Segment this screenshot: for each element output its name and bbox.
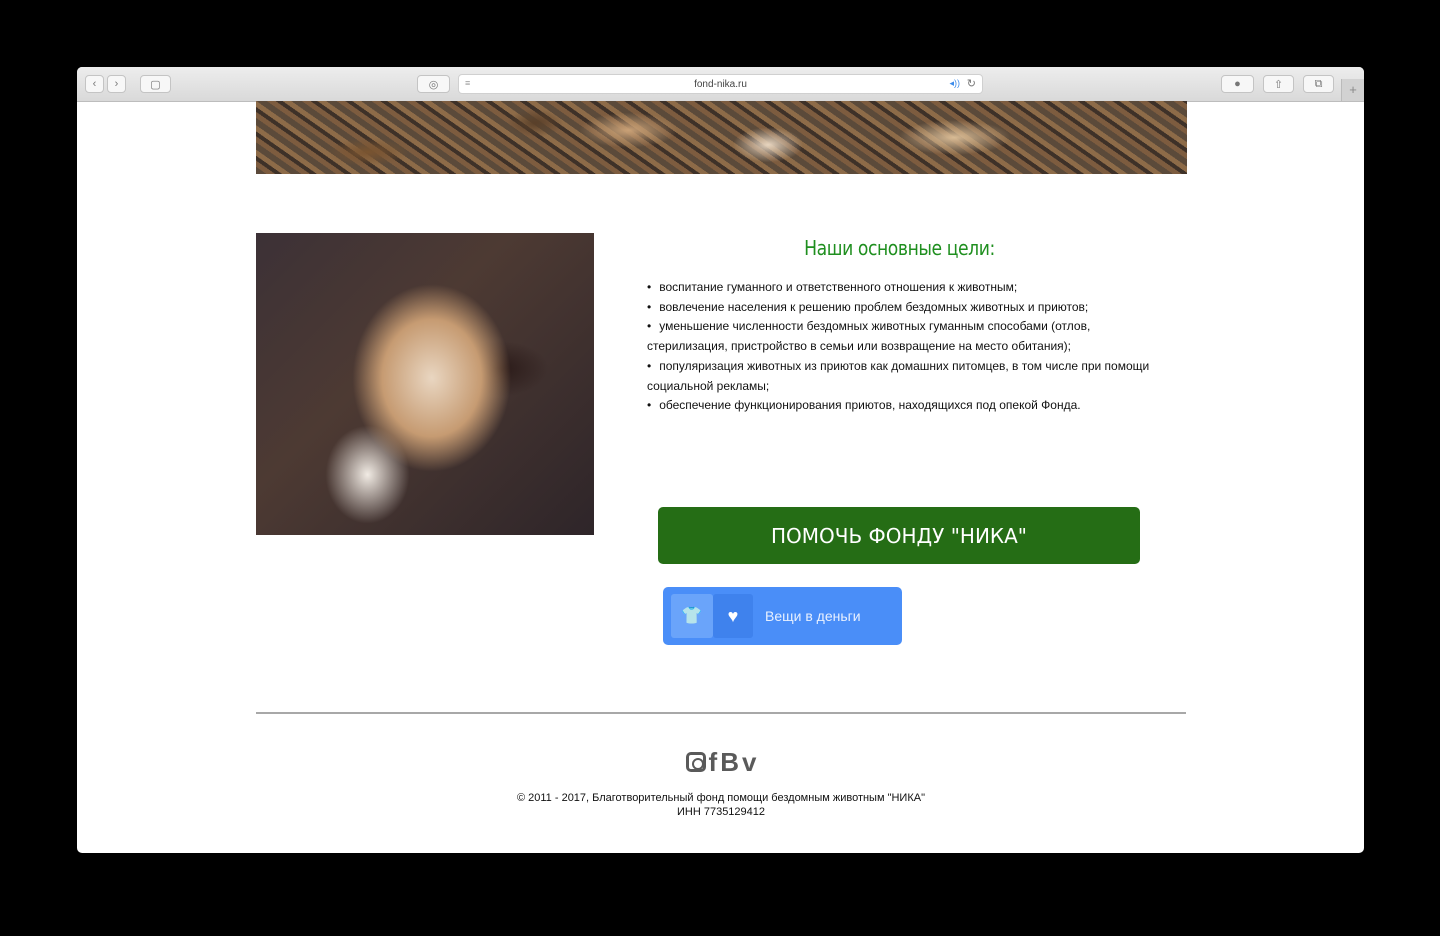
sidebar-icon: ▢ bbox=[150, 78, 161, 91]
instagram-icon[interactable] bbox=[685, 752, 706, 772]
url-text: fond-nika.ru bbox=[694, 78, 747, 90]
forward-icon: › bbox=[114, 78, 119, 90]
info-button[interactable]: ● bbox=[1221, 75, 1254, 93]
goal-item: вовлечение населения к решению проблем б… bbox=[647, 298, 1162, 318]
new-tab-button[interactable]: + bbox=[1341, 79, 1364, 101]
vk-icon[interactable]: B bbox=[720, 747, 739, 778]
audio-icon[interactable]: ◂)) bbox=[949, 78, 960, 89]
goals-title: Наши основные цели: bbox=[804, 236, 995, 260]
goal-item: воспитание гуманного и ответственного от… bbox=[647, 278, 1162, 298]
goals-list: воспитание гуманного и ответственного от… bbox=[647, 278, 1162, 416]
footer: © 2011 - 2017, Благотворительный фонд по… bbox=[421, 791, 1021, 819]
back-button[interactable]: ‹ bbox=[85, 75, 104, 93]
privacy-button[interactable]: ◎ bbox=[417, 75, 450, 93]
sidebar-button[interactable]: ▢ bbox=[140, 75, 171, 93]
vimeo-icon[interactable]: v bbox=[742, 747, 756, 778]
help-fund-button[interactable]: ПОМОЧЬ ФОНДУ "НИКА" bbox=[658, 507, 1140, 564]
goal-item: обеспечение функционирования приютов, на… bbox=[647, 396, 1162, 416]
footer-divider bbox=[256, 712, 1186, 714]
things-to-money-label: Вещи в деньги bbox=[765, 608, 861, 624]
reload-icon[interactable]: ↻ bbox=[967, 77, 976, 90]
back-icon: ‹ bbox=[92, 78, 97, 90]
info-icon: ● bbox=[1234, 78, 1241, 90]
dog-photo bbox=[256, 233, 594, 535]
share-button[interactable]: ⇧ bbox=[1263, 75, 1294, 93]
hero-dogs-image bbox=[256, 101, 1187, 174]
share-icon: ⇧ bbox=[1273, 78, 1284, 91]
tabs-icon: ⧉ bbox=[1314, 77, 1323, 90]
tabs-button[interactable]: ⧉ bbox=[1303, 75, 1334, 93]
browser-toolbar: ‹ › ▢ ◎ ≡ fond-nika.ru ◂)) ↻ ● ⇧ ⧉ + bbox=[77, 67, 1364, 102]
shirt-icon: 👕 bbox=[671, 594, 713, 638]
social-links: f B v bbox=[673, 747, 769, 777]
inn-text: ИНН 7735129412 bbox=[676, 806, 766, 818]
things-to-money-button[interactable]: 👕 ♥ Вещи в деньги bbox=[663, 587, 902, 645]
forward-button[interactable]: › bbox=[107, 75, 126, 93]
copyright-text: © 2011 - 2017, Благотворительный фонд по… bbox=[516, 792, 925, 804]
privacy-icon: ◎ bbox=[428, 78, 439, 91]
goal-item: уменьшение численности бездомных животны… bbox=[647, 317, 1162, 356]
facebook-icon[interactable]: f bbox=[709, 747, 718, 778]
plus-icon: + bbox=[1349, 82, 1357, 97]
heart-icon: ♥ bbox=[713, 594, 753, 638]
browser-window: ‹ › ▢ ◎ ≡ fond-nika.ru ◂)) ↻ ● ⇧ ⧉ + Наш… bbox=[77, 67, 1364, 853]
address-bar[interactable]: ≡ fond-nika.ru ◂)) ↻ bbox=[458, 74, 983, 94]
reader-icon[interactable]: ≡ bbox=[465, 78, 475, 88]
goal-item: популяризация животных из приютов как до… bbox=[647, 357, 1162, 396]
